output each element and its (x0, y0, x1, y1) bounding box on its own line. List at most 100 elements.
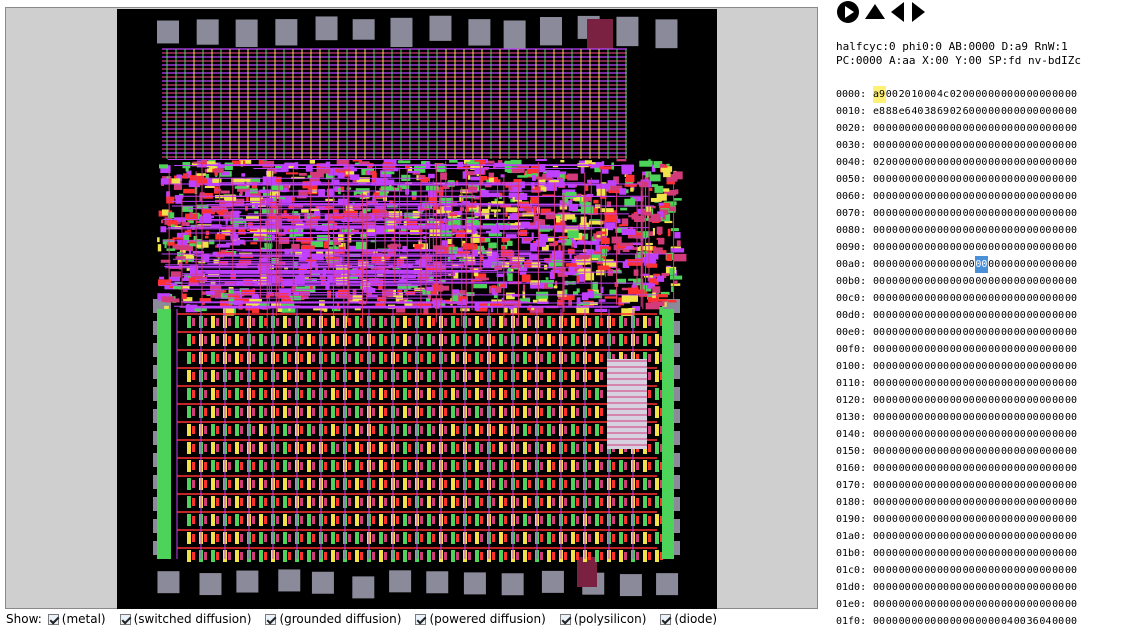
memory-byte[interactable]: 00 (911, 273, 924, 290)
memory-byte[interactable]: 00 (963, 528, 976, 545)
memory-byte[interactable]: 04 (1001, 613, 1014, 630)
memory-byte[interactable]: 00 (924, 460, 937, 477)
memory-byte[interactable]: 00 (1027, 545, 1040, 562)
memory-byte[interactable]: 00 (937, 307, 950, 324)
memory-byte[interactable]: 00 (873, 613, 886, 630)
memory-byte[interactable]: 00 (1065, 460, 1078, 477)
memory-byte[interactable]: 00 (975, 290, 988, 307)
memory-byte[interactable]: 00 (924, 392, 937, 409)
memory-byte[interactable]: 00 (886, 494, 899, 511)
memory-byte[interactable]: 00 (924, 409, 937, 426)
memory-byte[interactable]: 00 (950, 426, 963, 443)
memory-byte[interactable]: 00 (1027, 358, 1040, 375)
memory-byte[interactable]: 00 (1001, 392, 1014, 409)
memory-byte[interactable]: 00 (899, 545, 912, 562)
memory-byte[interactable]: 00 (1052, 86, 1065, 103)
memory-byte[interactable]: 00 (950, 324, 963, 341)
memory-byte[interactable]: 00 (975, 103, 988, 120)
memory-byte[interactable]: 00 (1014, 256, 1027, 273)
memory-byte[interactable]: 00 (1001, 426, 1014, 443)
memory-byte[interactable]: 00 (886, 273, 899, 290)
memory-byte[interactable]: 00 (1065, 409, 1078, 426)
memory-byte[interactable]: 00 (988, 222, 1001, 239)
memory-byte[interactable]: 00 (988, 613, 1001, 630)
memory-byte[interactable]: 00 (975, 273, 988, 290)
memory-byte[interactable]: 00 (911, 392, 924, 409)
memory-byte[interactable]: 00 (1027, 426, 1040, 443)
memory-byte[interactable]: 00 (886, 154, 899, 171)
memory-byte[interactable]: 00 (924, 358, 937, 375)
memory-byte[interactable]: 00 (886, 613, 899, 630)
memory-byte[interactable]: 00 (1052, 273, 1065, 290)
memory-byte[interactable]: 00 (963, 239, 976, 256)
checkbox-switched-diffusion[interactable] (119, 613, 131, 625)
memory-byte[interactable]: 00 (963, 256, 976, 273)
memory-byte[interactable]: 00 (1065, 358, 1078, 375)
memory-byte[interactable]: 00 (886, 307, 899, 324)
memory-byte[interactable]: 00 (924, 273, 937, 290)
memory-byte[interactable]: 00 (988, 562, 1001, 579)
memory-byte[interactable]: 00 (1001, 494, 1014, 511)
memory-byte[interactable]: 00 (1052, 511, 1065, 528)
memory-byte[interactable]: 00 (975, 137, 988, 154)
memory-byte[interactable]: 00 (1052, 375, 1065, 392)
memory-byte[interactable]: 00 (988, 103, 1001, 120)
memory-byte[interactable]: 00 (975, 307, 988, 324)
memory-byte[interactable]: 00 (873, 222, 886, 239)
memory-byte[interactable]: 00 (1001, 596, 1014, 613)
memory-byte[interactable]: 00 (1014, 273, 1027, 290)
memory-byte[interactable]: 00 (950, 290, 963, 307)
memory-byte[interactable]: 00 (873, 290, 886, 307)
memory-byte[interactable]: 00 (1027, 375, 1040, 392)
memory-byte[interactable]: 00 (988, 290, 1001, 307)
memory-byte[interactable]: 00 (1027, 392, 1040, 409)
memory-byte[interactable]: 00 (1014, 222, 1027, 239)
memory-byte[interactable]: 00 (1001, 460, 1014, 477)
memory-byte[interactable]: 00 (1014, 154, 1027, 171)
memory-byte[interactable]: 00 (950, 545, 963, 562)
memory-byte[interactable]: 00 (1052, 307, 1065, 324)
memory-byte[interactable]: 00 (1065, 392, 1078, 409)
memory-byte[interactable]: 00 (1001, 545, 1014, 562)
memory-byte[interactable]: 00 (1065, 307, 1078, 324)
memory-byte[interactable]: 00 (1014, 239, 1027, 256)
memory-byte[interactable]: 00 (1039, 494, 1052, 511)
memory-byte[interactable]: 00 (911, 137, 924, 154)
memory-byte[interactable]: 00 (886, 443, 899, 460)
memory-byte[interactable]: 00 (988, 86, 1001, 103)
memory-byte[interactable]: 00 (1039, 426, 1052, 443)
memory-byte[interactable]: 00 (963, 613, 976, 630)
memory-byte[interactable]: 00 (873, 460, 886, 477)
memory-byte[interactable]: 00 (1014, 290, 1027, 307)
memory-byte[interactable]: 00 (873, 409, 886, 426)
memory-byte[interactable]: 00 (899, 341, 912, 358)
memory-byte[interactable]: 00 (1052, 358, 1065, 375)
memory-byte[interactable]: 00 (1039, 528, 1052, 545)
memory-byte[interactable]: 00 (950, 154, 963, 171)
memory-byte[interactable]: 00 (988, 511, 1001, 528)
memory-byte[interactable]: e8 (873, 103, 886, 120)
memory-byte[interactable]: 00 (924, 426, 937, 443)
memory-byte[interactable]: 00 (1001, 528, 1014, 545)
memory-byte[interactable]: 00 (988, 273, 1001, 290)
memory-byte[interactable]: 00 (873, 562, 886, 579)
memory-byte[interactable]: 00 (1014, 375, 1027, 392)
memory-byte[interactable]: 00 (924, 579, 937, 596)
memory-byte[interactable]: 00 (937, 409, 950, 426)
memory-byte[interactable]: 00 (1027, 120, 1040, 137)
memory-byte[interactable]: 00 (924, 290, 937, 307)
memory-byte[interactable]: 00 (1065, 154, 1078, 171)
memory-byte[interactable]: 00 (1014, 545, 1027, 562)
memory-byte[interactable]: 00 (963, 392, 976, 409)
memory-byte[interactable]: 00 (924, 222, 937, 239)
memory-byte[interactable]: 00 (1052, 596, 1065, 613)
memory-byte[interactable]: 00 (899, 392, 912, 409)
memory-byte[interactable]: 00 (886, 358, 899, 375)
memory-byte[interactable]: 00 (1039, 205, 1052, 222)
memory-byte[interactable]: 00 (911, 290, 924, 307)
memory-byte[interactable]: 00 (1027, 103, 1040, 120)
memory-byte[interactable]: 00 (873, 545, 886, 562)
memory-byte[interactable]: 00 (899, 239, 912, 256)
memory-byte[interactable]: 00 (899, 324, 912, 341)
memory-byte[interactable]: 00 (988, 596, 1001, 613)
